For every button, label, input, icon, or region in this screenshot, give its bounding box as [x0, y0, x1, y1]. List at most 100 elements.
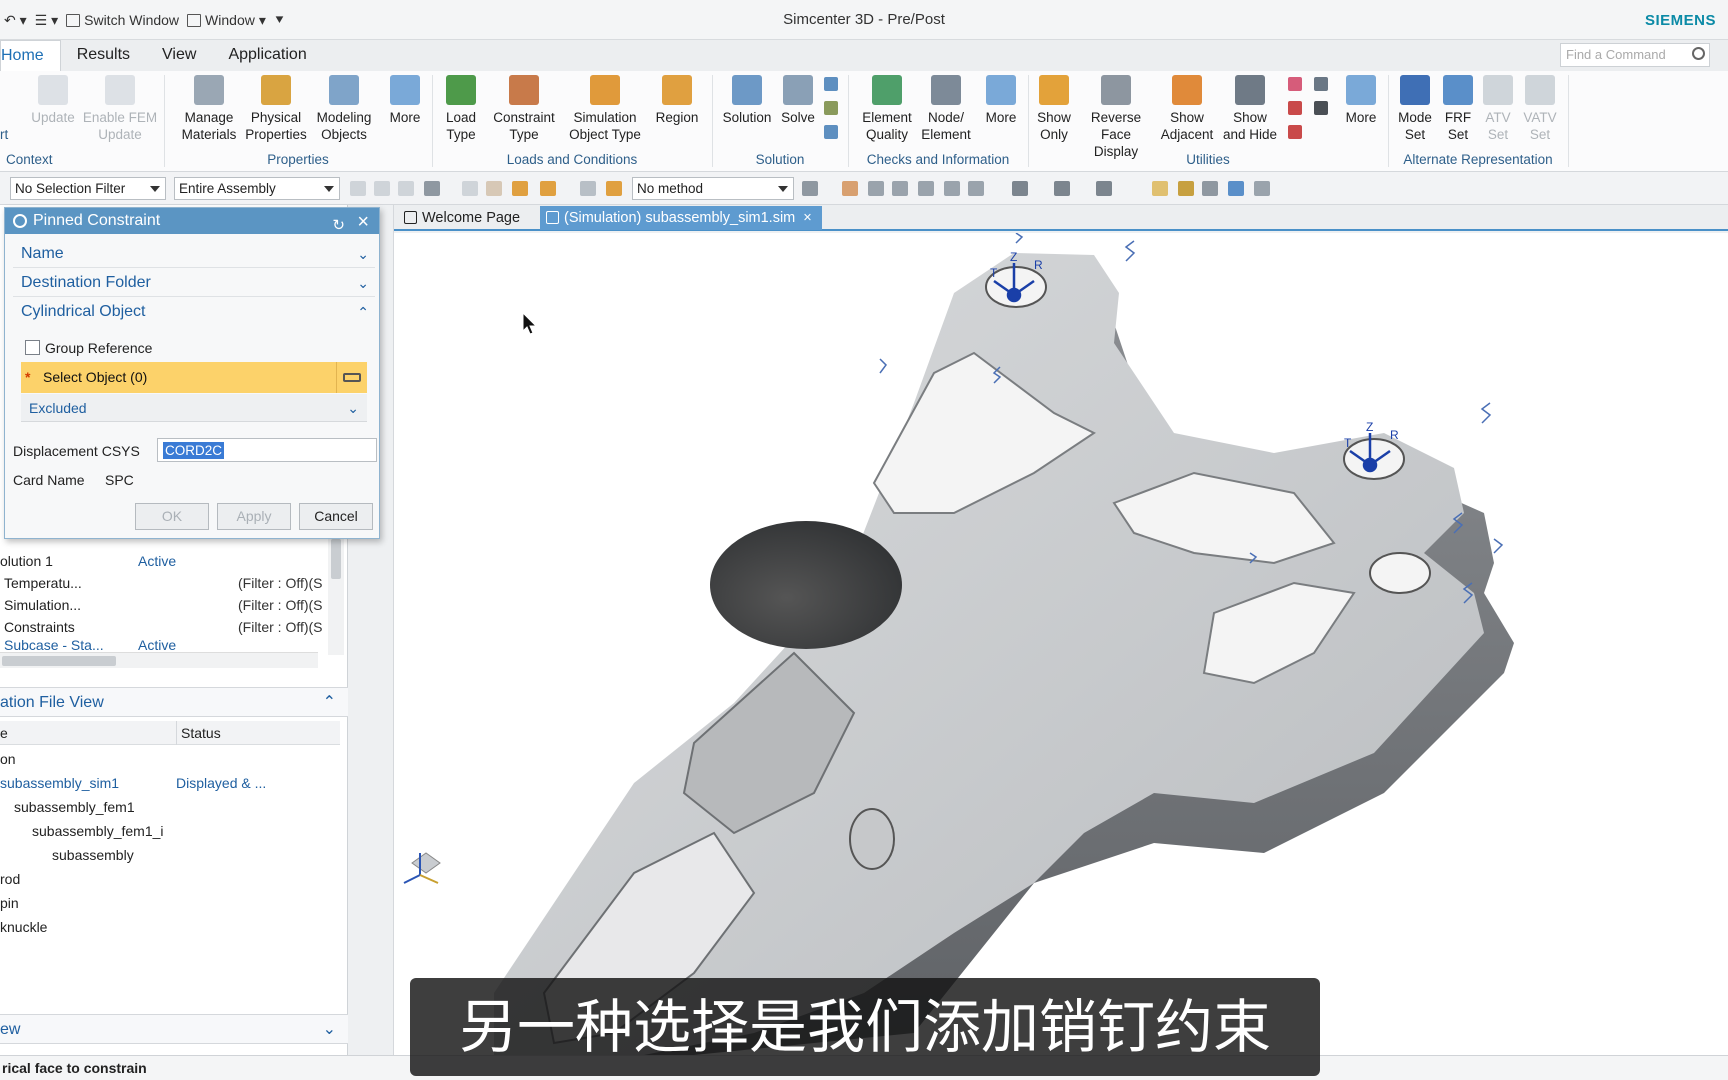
view-tool-icon[interactable] [1254, 181, 1270, 196]
select-object-icon[interactable] [336, 362, 367, 393]
modeling-objects-button[interactable]: Modeling Objects [311, 75, 377, 143]
selection-tool-icon[interactable] [606, 181, 622, 196]
reset-icon[interactable]: ↻ [332, 213, 345, 239]
selection-tool-icon[interactable] [462, 181, 478, 196]
close-icon[interactable]: × [803, 210, 811, 226]
list-item[interactable]: Temperatu... (Filter : Off)(S [0, 572, 340, 594]
table-row[interactable]: pin [0, 892, 340, 914]
checks-more-button[interactable]: More [978, 75, 1024, 126]
assembly-scope-dropdown[interactable]: Entire Assembly [174, 177, 340, 200]
view-tool-icon[interactable] [918, 181, 934, 196]
selection-tool-icon[interactable] [540, 181, 556, 196]
tab-welcome-page[interactable]: Welcome Page [398, 206, 530, 230]
cylindrical-object-section[interactable]: Cylindrical Object ⌃ [13, 298, 375, 326]
selection-tool-icon[interactable] [350, 181, 366, 196]
mode-set-button[interactable]: Mode Set [1392, 75, 1438, 143]
enable-fem-update-button[interactable]: Enable FEM Update [82, 75, 158, 143]
view-tool-icon[interactable] [1152, 181, 1168, 196]
update-button[interactable]: Update [30, 75, 76, 126]
tab-home[interactable]: Home [0, 40, 61, 71]
view-tool-icon[interactable] [1096, 181, 1112, 196]
selection-tool-icon[interactable] [512, 181, 528, 196]
utilities-small-icon[interactable] [1288, 101, 1302, 115]
cancel-button[interactable]: Cancel [299, 503, 373, 530]
list-item[interactable]: Subcase - Sta... Active [0, 638, 340, 652]
table-row[interactable]: knuckle [0, 916, 340, 938]
manage-materials-button[interactable]: Manage Materials [176, 75, 242, 143]
view-tool-icon[interactable] [1054, 181, 1070, 196]
tab-application[interactable]: Application [212, 40, 322, 71]
arrow-icon[interactable] [802, 181, 818, 196]
table-row[interactable]: rod [0, 868, 340, 890]
select-object-row[interactable]: * Select Object (0) [21, 362, 367, 393]
solution-button[interactable]: Solution [718, 75, 776, 126]
apply-button[interactable]: Apply [217, 503, 291, 530]
horizontal-scrollbar[interactable] [0, 652, 318, 668]
find-command-input[interactable]: Find a Command [1560, 43, 1710, 67]
selection-tool-icon[interactable] [398, 181, 414, 196]
utilities-small-icon[interactable] [1314, 101, 1328, 115]
excluded-section[interactable]: Excluded ⌄ [21, 394, 367, 422]
displacement-csys-field[interactable]: CORD2C [157, 438, 377, 462]
table-row[interactable]: subassembly [0, 844, 340, 866]
switch-window-button[interactable]: Switch Window [66, 12, 179, 28]
show-adjacent-button[interactable]: Show Adjacent [1158, 75, 1216, 143]
properties-more-button[interactable]: More [382, 75, 428, 126]
show-only-button[interactable]: Show Only [1030, 75, 1078, 143]
view-tool-icon[interactable] [968, 181, 984, 196]
group-reference-checkbox[interactable] [25, 340, 40, 355]
bottom-view-header[interactable]: ew ⌄ [0, 1014, 348, 1044]
tab-simulation-file[interactable]: (Simulation) subassembly_sim1.sim × [540, 206, 822, 230]
view-tool-icon[interactable] [892, 181, 908, 196]
load-type-button[interactable]: Load Type [438, 75, 484, 143]
constraint-type-button[interactable]: Constraint Type [489, 75, 559, 143]
view-tool-icon[interactable] [1178, 181, 1194, 196]
scrollbar-thumb[interactable] [331, 539, 341, 579]
solution-small-icon[interactable] [824, 101, 838, 115]
list-item[interactable]: olution 1 Active [0, 550, 340, 572]
show-and-hide-button[interactable]: Show and Hide [1220, 75, 1280, 143]
region-button[interactable]: Region [652, 75, 702, 126]
table-row[interactable]: subassembly_sim1 Displayed & ... [0, 772, 340, 794]
destination-folder-section[interactable]: Destination Folder ⌄ [13, 269, 375, 297]
view-tool-icon[interactable] [842, 181, 858, 196]
solution-small-icon[interactable] [824, 125, 838, 139]
physical-properties-button[interactable]: Physical Properties [243, 75, 309, 143]
view-tool-icon[interactable] [1202, 181, 1218, 196]
atv-set-button[interactable]: ATV Set [1478, 75, 1518, 143]
solve-button[interactable]: Solve [778, 75, 818, 126]
frf-set-button[interactable]: FRF Set [1438, 75, 1478, 143]
utilities-small-icon[interactable] [1314, 77, 1328, 91]
tab-view[interactable]: View [146, 40, 212, 71]
table-row[interactable]: subassembly_fem1 [0, 796, 340, 818]
utilities-more-button[interactable]: More [1338, 75, 1384, 126]
selection-tool-icon[interactable] [424, 181, 440, 196]
close-icon[interactable]: × [357, 209, 369, 235]
vatv-set-button[interactable]: VATV Set [1518, 75, 1562, 143]
selection-filter-dropdown[interactable]: No Selection Filter [10, 177, 166, 200]
view-tool-icon[interactable] [1012, 181, 1028, 196]
selection-tool-icon[interactable] [580, 181, 596, 196]
scrollbar-thumb[interactable] [2, 656, 116, 666]
view-tool-icon[interactable] [868, 181, 884, 196]
table-row[interactable]: subassembly_fem1_i [0, 820, 340, 842]
vertical-scrollbar[interactable] [328, 535, 344, 655]
table-row[interactable]: on [0, 748, 340, 770]
reverse-face-display-button[interactable]: Reverse Face Display [1078, 75, 1154, 160]
customize-qat-icon[interactable]: ⯆ [274, 12, 285, 29]
list-item[interactable]: Simulation... (Filter : Off)(S [0, 594, 340, 616]
tab-results[interactable]: Results [61, 40, 146, 71]
utilities-small-icon[interactable] [1288, 77, 1302, 91]
selection-method-dropdown[interactable]: No method [632, 177, 794, 200]
undo-icon[interactable]: ↶ ▾ [4, 12, 27, 29]
simulation-object-type-button[interactable]: Simulation Object Type [562, 75, 648, 143]
graphics-viewport[interactable]: T Z R T Z R [394, 233, 1728, 1055]
layout-icon[interactable]: ☰ ▾ [35, 12, 58, 29]
list-item[interactable]: Constraints (Filter : Off)(S [0, 616, 340, 638]
element-quality-button[interactable]: Element Quality [854, 75, 920, 143]
view-tool-icon[interactable] [944, 181, 960, 196]
view-tool-icon[interactable] [1228, 181, 1244, 196]
selection-tool-icon[interactable] [374, 181, 390, 196]
node-element-button[interactable]: Node/ Element [918, 75, 974, 143]
simulation-file-view-header[interactable]: ation File View ⌃ [0, 687, 348, 717]
